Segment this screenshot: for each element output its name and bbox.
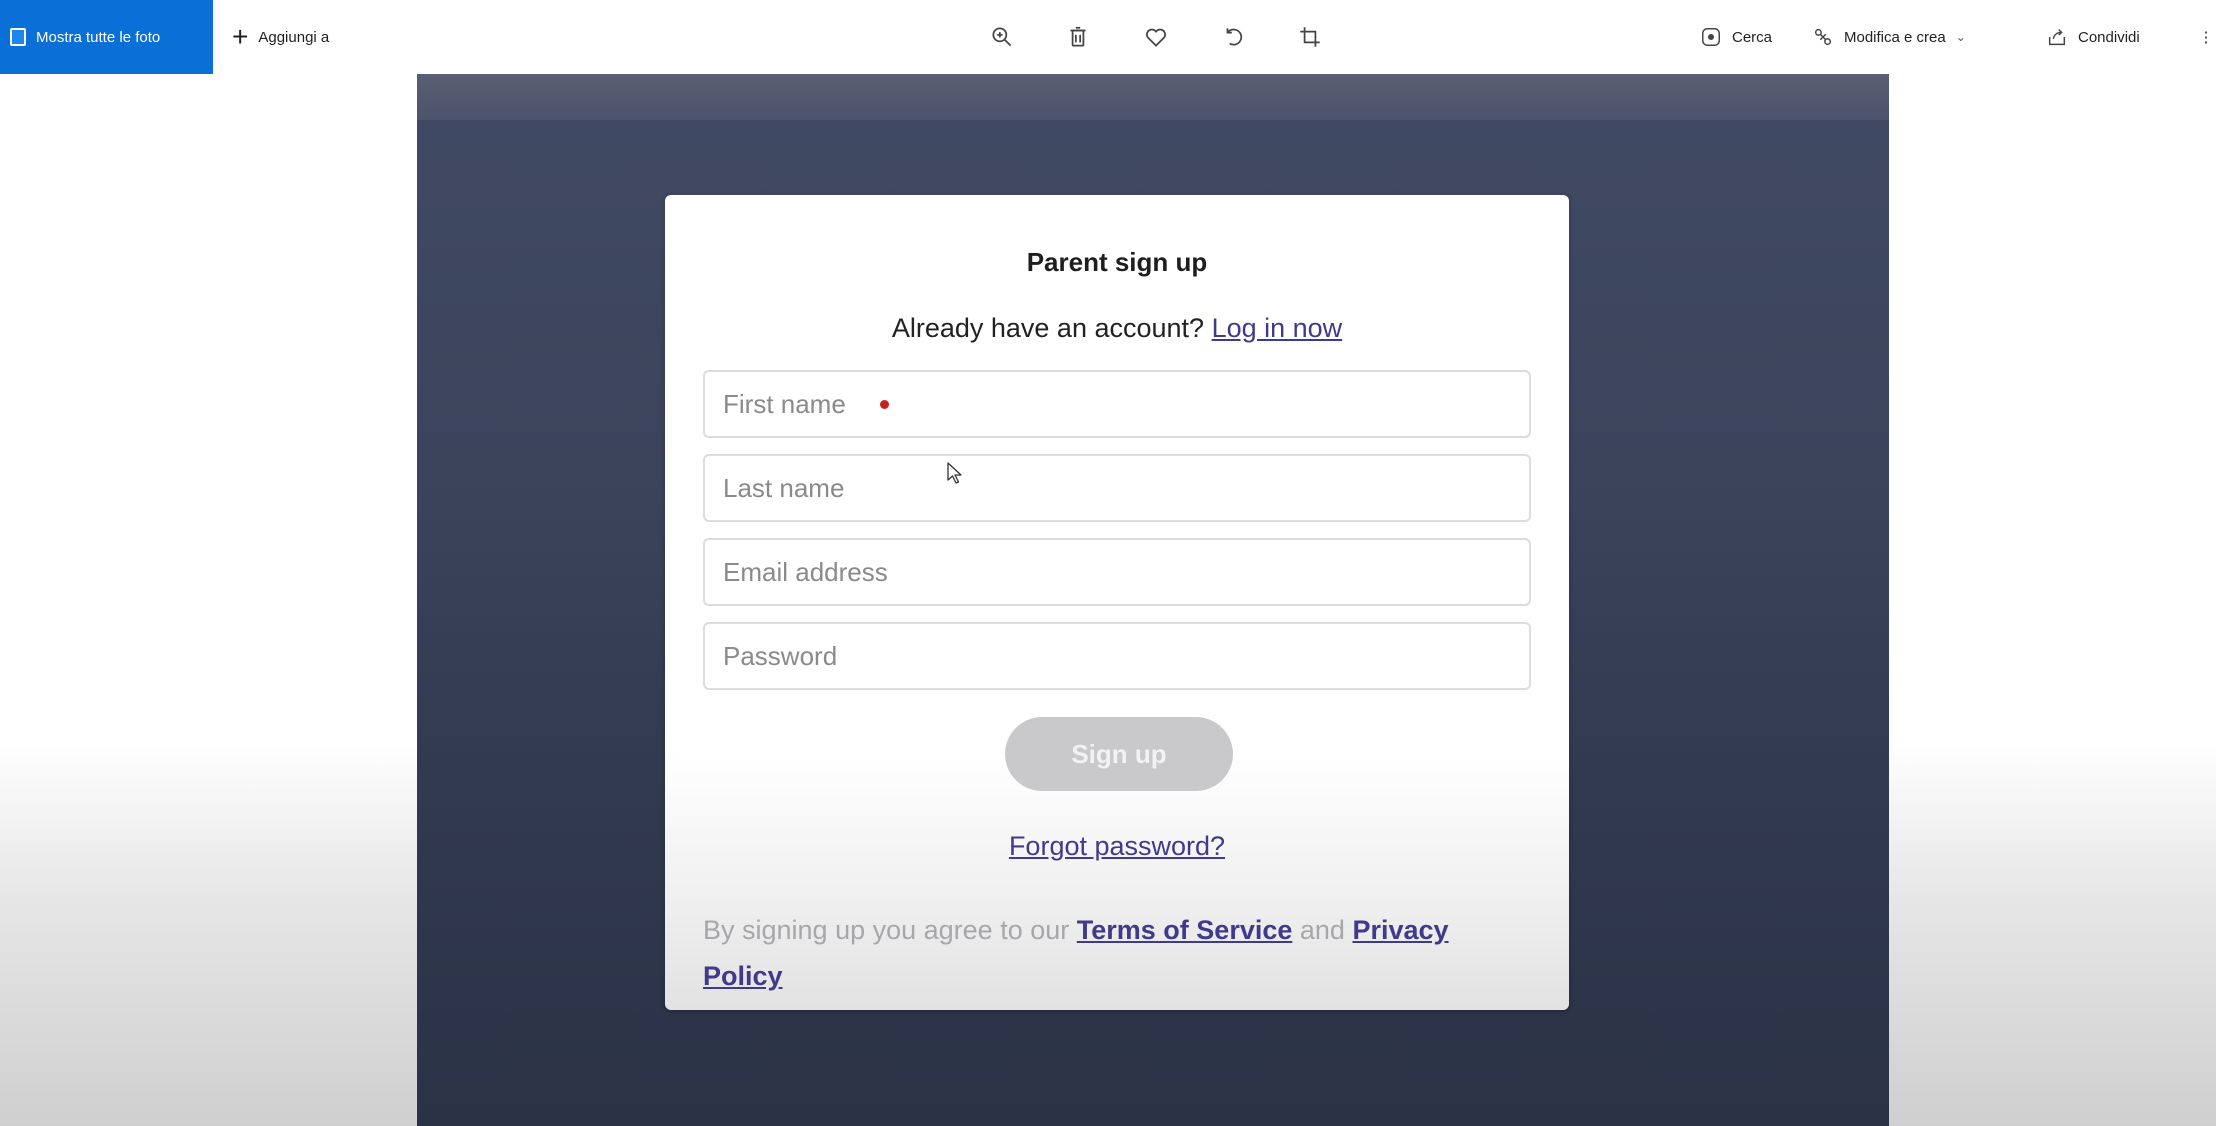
plus-icon: + [232, 21, 249, 52]
zoom-button[interactable] [980, 0, 1024, 74]
first-name-field[interactable]: First name [703, 370, 1531, 438]
last-name-field[interactable]: Last name [703, 454, 1531, 522]
photo-top-strip [417, 74, 1889, 120]
share-button[interactable]: Condividi [2046, 0, 2140, 74]
login-link[interactable]: Log in now [1212, 313, 1343, 343]
password-placeholder: Password [723, 640, 838, 671]
edit-create-button[interactable]: Modifica e crea ⌄ [1812, 0, 1966, 74]
add-to-button[interactable]: + Aggiungi a [232, 0, 329, 74]
chevron-down-icon: ⌄ [1955, 30, 1966, 44]
zoom-icon [992, 27, 1012, 47]
share-icon [2048, 29, 2066, 46]
photo-viewer-toolbar: Mostra tutte le foto + Aggiungi a Cerca … [0, 0, 2216, 74]
crop-icon [1300, 27, 1320, 47]
password-field[interactable]: Password [703, 622, 1531, 690]
login-prompt: Already have an account? Log in now [665, 313, 1569, 344]
trash-icon [1070, 26, 1086, 47]
legal-notice: By signing up you agree to our Terms of … [703, 907, 1531, 999]
share-label: Condividi [2078, 28, 2140, 46]
email-placeholder: Email address [723, 556, 888, 587]
rotate-icon [1226, 28, 1243, 46]
more-icon: ⋮ [2198, 29, 2214, 46]
legal-and-text: and [1299, 915, 1345, 945]
terms-link[interactable]: Terms of Service [1077, 915, 1293, 945]
forgot-password-link[interactable]: Forgot password? [1009, 831, 1225, 861]
page-title: Parent sign up [1026, 247, 1208, 277]
search-button[interactable]: Cerca [1700, 0, 1772, 74]
photos-icon [10, 28, 26, 46]
signup-card: Parent sign up Already have an account? … [665, 195, 1569, 1010]
search-label: Cerca [1732, 28, 1773, 46]
visual-search-icon [1702, 28, 1720, 46]
last-name-placeholder: Last name [723, 472, 845, 503]
add-to-label: Aggiungi a [258, 28, 330, 46]
signup-button[interactable]: Sign up [1005, 717, 1233, 791]
login-prompt-text: Already have an account? [891, 313, 1205, 343]
rotate-button[interactable] [1212, 0, 1256, 74]
privacy-link-continued[interactable]: Policy [703, 961, 783, 991]
edit-create-icon [1814, 28, 1832, 46]
first-name-placeholder: First name [723, 388, 846, 419]
more-options-button[interactable]: ⋮ [2196, 0, 2216, 74]
mouse-cursor-icon [947, 462, 962, 484]
favorite-button[interactable] [1134, 0, 1178, 74]
legal-prefix-text: By signing up you agree to our [703, 915, 1070, 945]
required-indicator-icon [879, 399, 889, 409]
show-all-photos-button[interactable]: Mostra tutte le foto [0, 0, 213, 74]
delete-button[interactable] [1056, 0, 1100, 74]
heart-icon [1146, 28, 1166, 47]
email-field[interactable]: Email address [703, 538, 1531, 606]
privacy-link[interactable]: Privacy [1352, 915, 1448, 945]
edit-create-label: Modifica e crea [1844, 28, 1946, 46]
forgot-password-row: Forgot password? [665, 831, 1569, 862]
crop-button[interactable] [1288, 0, 1332, 74]
show-all-photos-label: Mostra tutte le foto [36, 28, 161, 46]
